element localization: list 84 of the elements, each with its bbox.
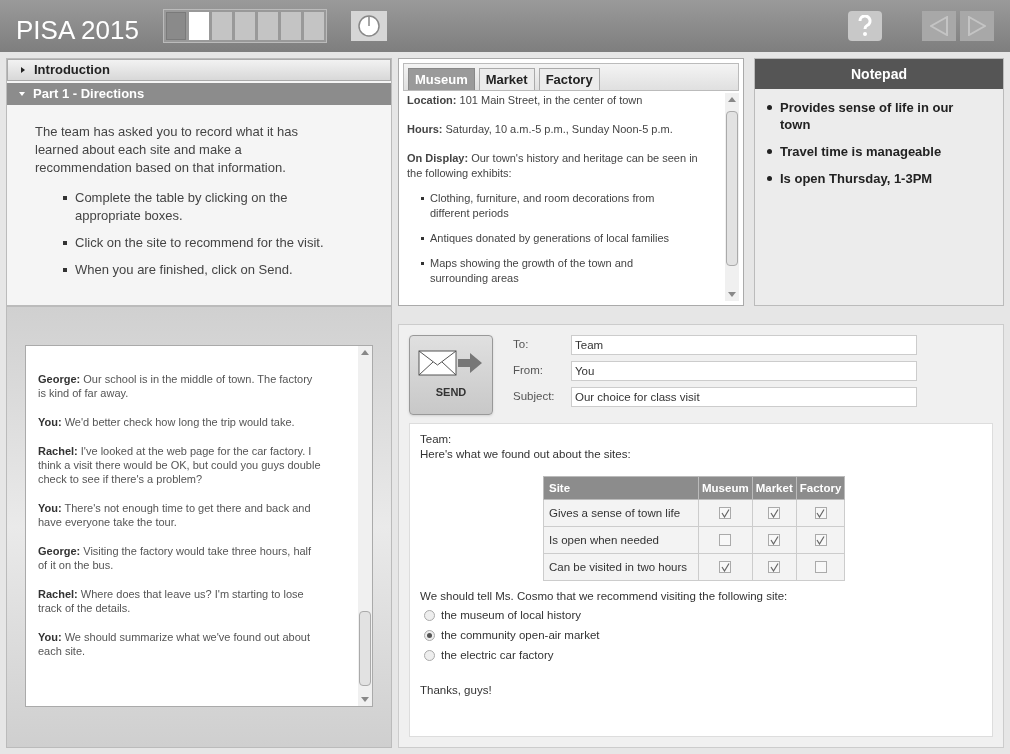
bullet-icon xyxy=(767,176,772,181)
scrollbar[interactable] xyxy=(358,346,372,706)
chat-message: You: We'd better check how long the trip would take. xyxy=(38,415,296,429)
checkbox[interactable] xyxy=(768,507,781,520)
chat-message: You: We should summarize what we've found out about each site. xyxy=(38,630,311,658)
scrollbar-thumb[interactable] xyxy=(359,611,371,686)
chat-message: George: Visiting the factory would take three hours, half of it on the bus. xyxy=(38,544,313,572)
field-label: To: xyxy=(513,337,530,353)
input-field[interactable]: Our choice for class visit xyxy=(571,387,917,407)
site-tab[interactable]: Market xyxy=(478,68,535,90)
note-item: Provides sense of life in our town xyxy=(780,99,955,133)
site-info-text: Hours: Saturday, 10 a.m.-5 p.m., Sunday Noon-5 p.m. xyxy=(407,122,674,137)
scrollbar[interactable] xyxy=(725,93,739,301)
bullet-icon xyxy=(63,268,67,272)
chat-message: George: Our school is in the middle of town. The factory is kind of far away. xyxy=(38,372,314,400)
column-header: Market xyxy=(752,476,797,500)
help-button[interactable] xyxy=(848,11,882,41)
input-field[interactable]: Team xyxy=(571,335,917,355)
scroll-down-icon[interactable] xyxy=(361,697,369,702)
checkbox[interactable] xyxy=(719,534,732,547)
direction-step: When you are finished, click on Send. xyxy=(75,261,350,279)
exhibit-item: Maps showing the growth of the town and surrounding areas xyxy=(430,256,634,286)
accordion-header[interactable]: Introduction xyxy=(7,59,391,81)
bullet-icon xyxy=(421,237,424,240)
scroll-up-icon[interactable] xyxy=(728,97,736,102)
app-title: PISA 2015 xyxy=(16,13,139,47)
directions-text: The team has asked you to record what it has learned about each site and make a recommendation based on that information. xyxy=(35,123,300,177)
field-label: From: xyxy=(513,363,545,379)
bullet-icon xyxy=(421,262,424,265)
chat-message: Rachel: I've looked at the web page for the car factory. I think a visit there would be OK, but could you guys double check to see if there's a problem? xyxy=(38,444,322,486)
back-arrow-icon xyxy=(930,16,948,36)
column-header: Museum xyxy=(698,476,753,500)
note-item: Travel time is manageable xyxy=(780,143,943,160)
notepad-title: Notepad xyxy=(755,59,1003,89)
input-field[interactable]: You xyxy=(571,361,917,381)
radio-button[interactable] xyxy=(424,650,435,661)
site-info-text: Location: 101 Main Street, in the center of town xyxy=(407,93,644,108)
site-info-text: On Display: Our town's history and heritage can be seen in the following exhibits: xyxy=(407,151,699,181)
table-cell: Can be visited in two hours xyxy=(543,553,699,581)
radio-option[interactable]: the electric car factory xyxy=(424,648,554,663)
envelope-arrow-icon xyxy=(418,349,484,376)
checkbox[interactable] xyxy=(814,561,827,574)
checkbox[interactable] xyxy=(768,561,781,574)
scrollbar-thumb[interactable] xyxy=(726,111,738,266)
message-text: Team: xyxy=(420,432,453,447)
timer-button[interactable] xyxy=(350,11,387,41)
radio-button[interactable] xyxy=(424,630,435,641)
scroll-down-icon[interactable] xyxy=(728,292,736,297)
radio-option[interactable]: the community open-air market xyxy=(424,628,600,643)
field-label: Subject: xyxy=(513,389,556,405)
column-header: Site xyxy=(543,476,699,500)
table-cell: Is open when needed xyxy=(543,526,699,554)
direction-step: Click on the site to recommend for the visit. xyxy=(75,234,350,252)
help-icon xyxy=(857,15,873,37)
checkbox[interactable] xyxy=(719,507,732,520)
exhibit-item: Clothing, furniture, and room decorations from different periods xyxy=(430,191,656,221)
table-cell: Gives a sense of town life xyxy=(543,499,699,527)
note-item: Is open Thursday, 1-3PM xyxy=(780,170,934,187)
bullet-icon xyxy=(767,149,772,154)
bullet-icon xyxy=(63,196,67,200)
checkbox[interactable] xyxy=(814,507,827,520)
chat-message: Rachel: Where does that leave us? I'm starting to lose track of the details. xyxy=(38,587,305,615)
chat-message: You: There's not enough time to get there and back and have everyone take the tour. xyxy=(38,501,312,529)
radio-option[interactable]: the museum of local history xyxy=(424,608,581,623)
message-text: Here's what we found out about the sites: xyxy=(420,447,632,462)
checkbox[interactable] xyxy=(814,534,827,547)
caret-right-icon xyxy=(20,67,26,73)
scroll-up-icon[interactable] xyxy=(361,350,369,355)
exhibit-item: Antiques donated by generations of local families xyxy=(430,231,671,246)
closing-text: Thanks, guys! xyxy=(420,683,493,698)
forward-arrow-icon xyxy=(968,16,986,36)
bullet-icon xyxy=(63,241,67,245)
checkbox[interactable] xyxy=(719,561,732,574)
send-button[interactable]: SEND xyxy=(409,335,493,415)
caret-down-icon xyxy=(19,91,25,97)
bullet-icon xyxy=(767,105,772,110)
radio-button[interactable] xyxy=(424,610,435,621)
question-text: We should tell Ms. Cosmo that we recommend visiting the following site: xyxy=(420,589,789,604)
bullet-icon xyxy=(421,197,424,200)
site-tab[interactable]: Factory xyxy=(538,68,600,90)
clock-icon xyxy=(356,14,381,38)
checkbox[interactable] xyxy=(768,534,781,547)
direction-step: Complete the table by clicking on the appropriate boxes. xyxy=(75,189,350,225)
column-header: Factory xyxy=(796,476,845,500)
